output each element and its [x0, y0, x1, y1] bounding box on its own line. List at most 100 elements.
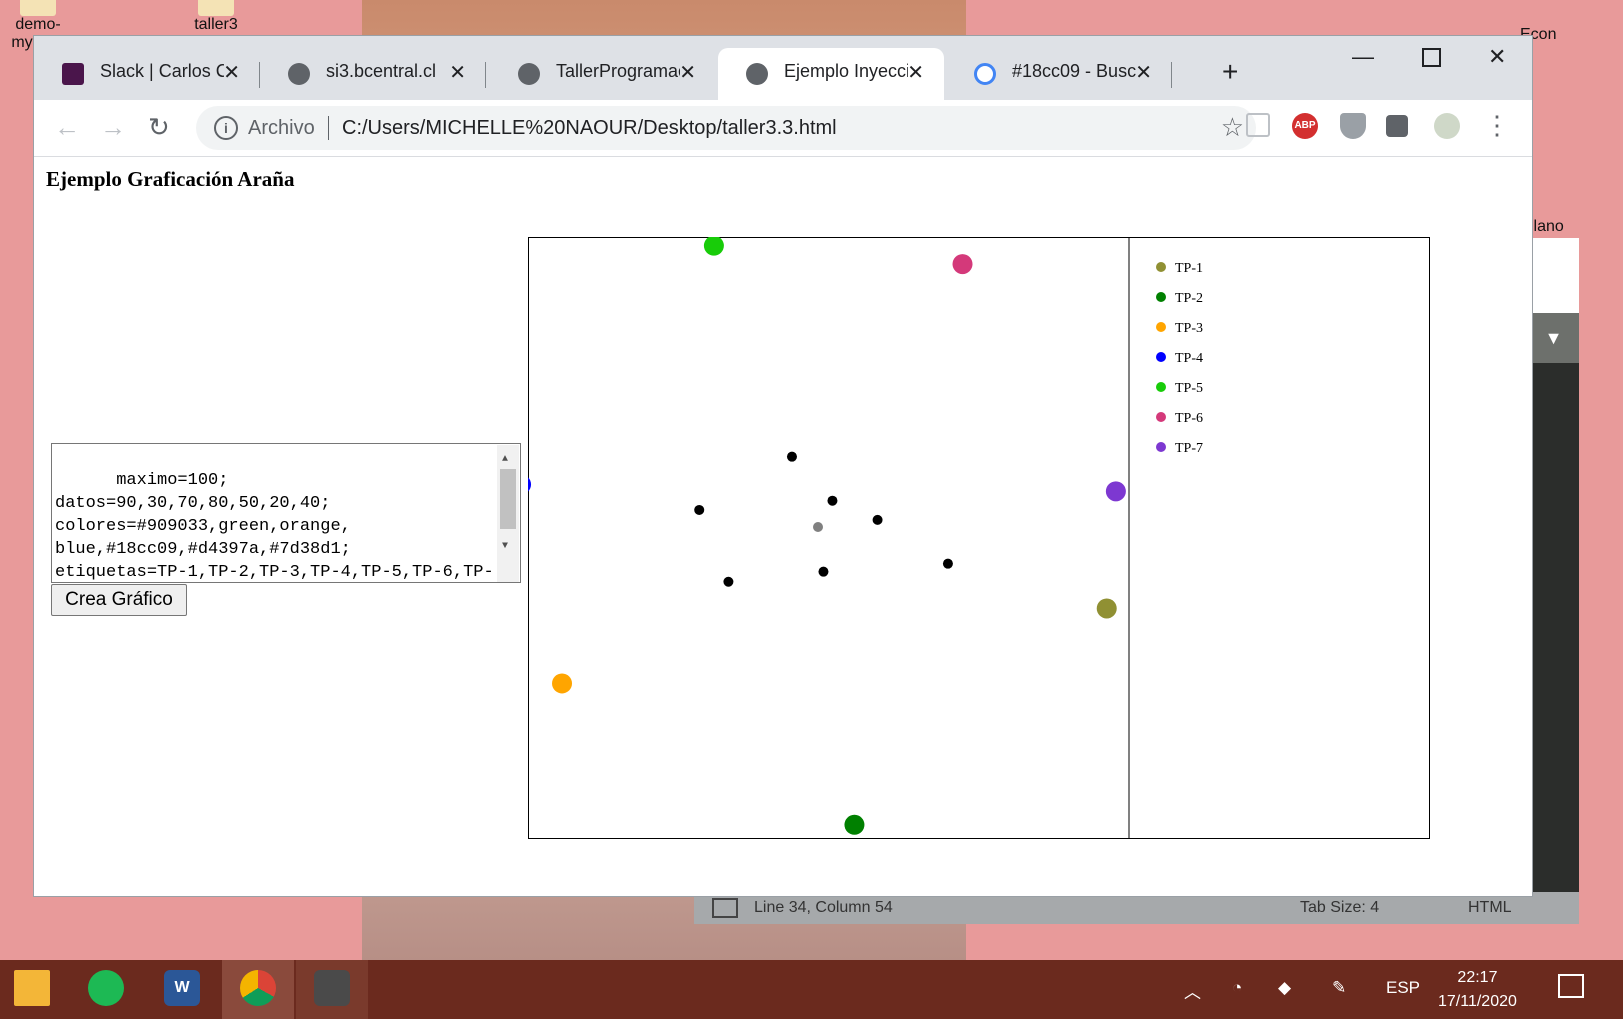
bookmark-star-icon[interactable]: ☆: [1221, 112, 1244, 143]
file-explorer-icon[interactable]: [14, 970, 50, 1006]
info-icon[interactable]: i: [214, 116, 238, 140]
desktop-icon-llano-label[interactable]: llano: [1530, 218, 1564, 236]
panel-toggle-icon[interactable]: [712, 898, 738, 918]
tab-title: Slack | Carlos Car: [100, 61, 224, 81]
tab-ejemplo-active[interactable]: Ejemplo Inyecció ✕: [718, 48, 944, 100]
chart-value-point-tp-4: [694, 504, 705, 515]
spotify-icon[interactable]: [88, 970, 124, 1006]
legend-swatch: [1156, 352, 1166, 362]
security-label[interactable]: Archivo: [248, 117, 315, 140]
legend-swatch: [1156, 382, 1166, 392]
desktop-icon-taller3[interactable]: taller3: [186, 0, 246, 34]
maximize-button[interactable]: [1422, 48, 1441, 67]
browser-toolbar: ← → ↻ i Archivo C:/Users/MICHELLE%20NAOU…: [34, 100, 1532, 157]
tab-taller[interactable]: TallerProgramaci ✕: [490, 48, 716, 100]
chart-axis-marker-tp-6: [952, 254, 973, 275]
scrollbar-thumb[interactable]: [500, 469, 516, 529]
legend-swatch: [1156, 322, 1166, 332]
extensions-puzzle-icon[interactable]: [1386, 115, 1408, 137]
clock[interactable]: 22:17 17/11/2020: [1438, 966, 1517, 1014]
legend-label: TP-2: [1175, 291, 1203, 306]
pen-icon[interactable]: ✎: [1332, 978, 1346, 998]
legend-swatch: [1156, 292, 1166, 302]
legend-label: TP-1: [1175, 261, 1203, 276]
chart-frame: [528, 237, 1430, 839]
legend-swatch: [1156, 262, 1166, 272]
chart-value-point-tp-1: [942, 558, 953, 569]
dropbox-icon[interactable]: ◆: [1278, 978, 1291, 998]
reload-button[interactable]: ↻: [148, 112, 170, 143]
globe-icon: [288, 63, 310, 85]
tab-title: Ejemplo Inyecció: [784, 61, 908, 81]
clock-date: 17/11/2020: [1438, 993, 1517, 1010]
spider-chart: TP-1 TP-2 TP-3 TP-4 TP-5 TP-6 TP-7: [528, 237, 1430, 839]
editor-panel-top: [1528, 238, 1579, 313]
chart-axis-marker-tp-2: [844, 814, 865, 835]
tab-strip: Slack | Carlos Car ✕ si3.bcentral.cl ✕ T…: [34, 36, 1532, 100]
tab-slack[interactable]: Slack | Carlos Car ✕: [34, 48, 260, 100]
word-icon[interactable]: W: [164, 970, 200, 1006]
address-divider: [328, 116, 329, 140]
desktop-icon-label: taller3: [194, 16, 238, 33]
page-title: Ejemplo Graficación Araña: [46, 167, 295, 191]
textarea-text: maximo=100; datos=90,30,70,80,50,20,40; …: [55, 471, 494, 582]
menu-kebab-icon[interactable]: ⋮: [1484, 110, 1510, 141]
language-indicator[interactable]: ESP: [1386, 978, 1420, 998]
back-button[interactable]: ←: [54, 112, 80, 143]
browser-window: Slack | Carlos Car ✕ si3.bcentral.cl ✕ T…: [34, 36, 1532, 896]
legend-label: TP-6: [1175, 411, 1203, 426]
data-textarea[interactable]: maximo=100; datos=90,30,70,80,50,20,40; …: [51, 443, 521, 583]
close-icon[interactable]: ✕: [907, 60, 924, 85]
chart-value-point-tp-7: [872, 514, 883, 525]
legend-swatch: [1156, 442, 1166, 452]
sublime-text-icon[interactable]: [314, 970, 350, 1006]
legend-label: TP-4: [1175, 351, 1203, 366]
forward-button[interactable]: →: [100, 112, 126, 143]
extension-pocket-icon[interactable]: [1246, 113, 1270, 137]
create-chart-button[interactable]: Crea Gráfico: [51, 584, 187, 616]
address-bar[interactable]: i Archivo C:/Users/MICHELLE%20NAOUR/Desk…: [196, 106, 1256, 150]
chevron-up-icon[interactable]: ︿: [1184, 978, 1201, 1003]
slack-icon: [62, 63, 84, 85]
adblock-icon[interactable]: ABP: [1292, 113, 1318, 139]
taskbar: W ︿ ◔ ◆ ✎ ESP 22:17 17/11/2020: [0, 960, 1623, 1019]
minimize-button[interactable]: —: [1352, 44, 1374, 70]
chart-axis-marker-tp-1: [1096, 598, 1117, 619]
legend-label: TP-3: [1175, 321, 1203, 336]
scroll-down-icon[interactable]: ▼: [502, 535, 508, 558]
cursor-position[interactable]: Line 34, Column 54: [754, 899, 893, 917]
legend-label: TP-5: [1175, 381, 1203, 396]
url-text[interactable]: C:/Users/MICHELLE%20NAOUR/Desktop/taller…: [342, 117, 837, 140]
textarea-scrollbar[interactable]: ▲ ▼: [497, 445, 519, 582]
clock-time: 22:17: [1457, 969, 1498, 986]
tab-title: si3.bcentral.cl: [326, 61, 437, 81]
close-icon[interactable]: ✕: [223, 60, 240, 85]
chart-axis-marker-tp-3: [552, 673, 573, 694]
notifications-icon[interactable]: [1558, 974, 1584, 998]
chart-value-point-tp-5: [786, 451, 797, 462]
chevron-down-icon[interactable]: ▼: [1528, 313, 1579, 363]
globe-icon: [746, 63, 768, 85]
shield-icon[interactable]: [1340, 113, 1366, 139]
chart-value-point-tp-3: [723, 576, 734, 587]
chart-center-point: [813, 522, 823, 532]
tab-separator: [1171, 62, 1172, 88]
google-icon: [974, 63, 996, 85]
tab-google[interactable]: #18cc09 - Buscar ✕: [946, 48, 1172, 100]
close-icon[interactable]: ✕: [449, 60, 466, 85]
profile-avatar[interactable]: [1434, 113, 1460, 139]
page-content: Ejemplo Graficación Araña maximo=100; da…: [34, 157, 1532, 896]
wifi-icon[interactable]: ◔: [1232, 978, 1242, 998]
editor-status-bar: Line 34, Column 54 Tab Size: 4 HTML: [694, 892, 1579, 924]
scroll-up-icon[interactable]: ▲: [502, 448, 508, 471]
new-tab-button[interactable]: +: [1222, 56, 1238, 88]
legend-swatch: [1156, 412, 1166, 422]
chrome-icon[interactable]: [240, 970, 276, 1006]
tab-bcentral[interactable]: si3.bcentral.cl ✕: [260, 48, 486, 100]
tab-size[interactable]: Tab Size: 4: [1300, 899, 1379, 917]
close-window-button[interactable]: ✕: [1488, 44, 1506, 70]
syntax-mode[interactable]: HTML: [1468, 899, 1512, 917]
close-icon[interactable]: ✕: [1135, 60, 1152, 85]
close-icon[interactable]: ✕: [679, 60, 696, 85]
tab-title: TallerProgramaci: [556, 61, 680, 81]
